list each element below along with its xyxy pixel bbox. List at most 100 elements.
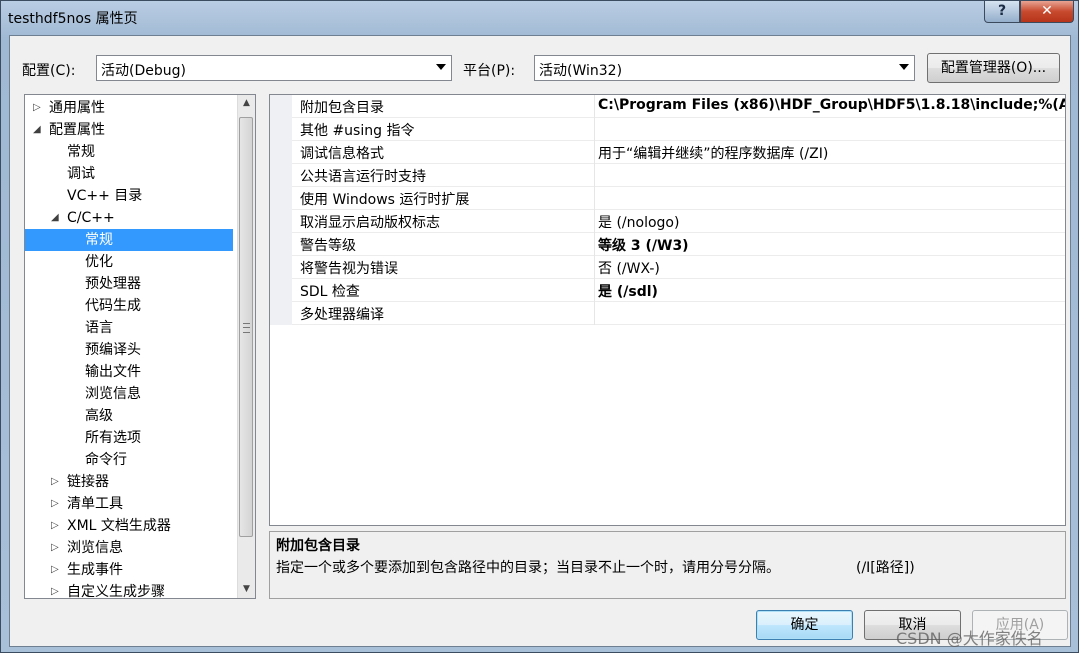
tree-item[interactable]: ▷ 链接器 (25, 471, 237, 493)
expand-arrow-icon[interactable]: ▷ (51, 537, 59, 559)
category-tree[interactable]: ▷ 通用属性 ◢ 配置属性 常规 调试 VC++ 目录 ◢ C/C++ 常规 优化 预处理器 代码生成语… (24, 94, 256, 599)
row-gutter (270, 279, 292, 302)
tree-item-label: 高级 (85, 408, 113, 424)
property-name: 其他 #using 指令 (300, 123, 415, 139)
row-gutter (270, 164, 292, 187)
property-name: 使用 Windows 运行时扩展 (300, 192, 470, 208)
property-value[interactable]: 是 (/sdl) (598, 281, 658, 301)
property-value[interactable]: C:\Program Files (x86)\HDF_Group\HDF5\1.… (598, 97, 1065, 113)
tree-item[interactable]: VC++ 目录 (25, 185, 237, 207)
property-name: 公共语言运行时支持 (300, 169, 426, 185)
tree-item[interactable]: 所有选项 (25, 427, 237, 449)
tree-item-label: 常规 (85, 232, 113, 248)
tree-item[interactable]: ◢ C/C++ (25, 207, 237, 229)
tree-item[interactable]: ▷ XML 文档生成器 (25, 515, 237, 537)
help-button[interactable]: ? (984, 1, 1020, 23)
chevron-down-icon (899, 64, 909, 70)
property-row[interactable]: 取消显示启动版权标志 是 (/nologo) (270, 210, 1065, 233)
tree-item[interactable]: ▷ 通用属性 (25, 97, 237, 119)
property-row[interactable]: 多处理器编译 (270, 302, 1065, 325)
row-gutter (270, 210, 292, 233)
property-value[interactable]: 用于“编辑并继续”的程序数据库 (/ZI) (598, 143, 828, 163)
property-name: 多处理器编译 (300, 307, 384, 323)
column-divider (594, 279, 595, 302)
tree-item[interactable]: 浏览信息 (25, 383, 237, 405)
tree-item[interactable]: ▷ 生成事件 (25, 559, 237, 581)
property-value[interactable]: 是 (/nologo) (598, 212, 679, 232)
expand-arrow-icon[interactable]: ▷ (51, 559, 59, 581)
description-title: 附加包含目录 (276, 538, 360, 554)
column-divider (594, 141, 595, 164)
expand-arrow-icon[interactable]: ▷ (51, 493, 59, 515)
tree-scrollbar[interactable]: ▲ ▼ (237, 95, 255, 598)
tree-item[interactable]: 预处理器 (25, 273, 237, 295)
tree-item[interactable]: 语言 (25, 317, 237, 339)
property-name: 将警告视为错误 (300, 261, 398, 277)
row-gutter (270, 95, 292, 118)
tree-item[interactable]: ▷ 浏览信息 (25, 537, 237, 559)
tree-item[interactable]: 高级 (25, 405, 237, 427)
collapse-arrow-icon[interactable]: ◢ (33, 119, 41, 141)
tree-item[interactable]: ▷ 清单工具 (25, 493, 237, 515)
tree-item-label: 优化 (85, 254, 113, 270)
column-divider (594, 256, 595, 279)
property-name: SDL 检查 (300, 284, 360, 300)
tree-item[interactable]: 调试 (25, 163, 237, 185)
tree-item-label: 配置属性 (49, 122, 105, 138)
tree-item[interactable]: 常规 (25, 141, 237, 163)
tree-item[interactable]: 优化 (25, 251, 237, 273)
row-gutter (270, 256, 292, 279)
tree-item[interactable]: 代码生成 (25, 295, 237, 317)
property-value[interactable]: 等级 3 (/W3) (598, 235, 689, 255)
property-grid[interactable]: 附加包含目录 C:\Program Files (x86)\HDF_Group\H… (269, 94, 1066, 526)
tree-item-label: VC++ 目录 (67, 188, 143, 204)
properties-window: testhdf5nos 属性页 ? ✕ 配置(C): 活动(Debug) 平台(… (0, 0, 1079, 653)
tree-item[interactable]: 常规 (25, 229, 233, 251)
expand-arrow-icon[interactable]: ▷ (33, 97, 41, 119)
platform-value: 活动(Win32) (539, 63, 623, 79)
tree-item-label: 自定义生成步骤 (67, 584, 165, 599)
tree-item-label: 链接器 (67, 474, 109, 490)
config-value: 活动(Debug) (101, 63, 186, 79)
property-row[interactable]: 使用 Windows 运行时扩展 (270, 187, 1065, 210)
tree-item[interactable]: 命令行 (25, 449, 237, 471)
tree-item-label: 清单工具 (67, 496, 123, 512)
close-button[interactable]: ✕ (1020, 1, 1074, 23)
close-icon: ✕ (1041, 3, 1053, 19)
expand-arrow-icon[interactable]: ▷ (51, 471, 59, 493)
property-row[interactable]: SDL 检查 是 (/sdl) (270, 279, 1065, 302)
property-row[interactable]: 公共语言运行时支持 (270, 164, 1065, 187)
row-gutter (270, 118, 292, 141)
property-row[interactable]: 其他 #using 指令 (270, 118, 1065, 141)
property-name: 调试信息格式 (300, 146, 384, 162)
tree-item[interactable]: 输出文件 (25, 361, 237, 383)
tree-item-label: XML 文档生成器 (67, 518, 171, 534)
platform-dropdown[interactable]: 活动(Win32) (534, 55, 915, 81)
ok-button[interactable]: 确定 (756, 610, 853, 640)
column-divider (594, 233, 595, 256)
tree-item-label: 常规 (67, 144, 95, 160)
expand-arrow-icon[interactable]: ▷ (51, 515, 59, 537)
collapse-arrow-icon[interactable]: ◢ (51, 207, 59, 229)
tree-item[interactable]: ▷ 自定义生成步骤 (25, 581, 237, 599)
grip-icon (243, 323, 250, 333)
property-value[interactable]: 否 (/WX-) (598, 258, 660, 278)
tree-item[interactable]: ◢ 配置属性 (25, 119, 237, 141)
scroll-up-icon[interactable]: ▲ (238, 95, 255, 112)
property-row[interactable]: 调试信息格式 用于“编辑并继续”的程序数据库 (/ZI) (270, 141, 1065, 164)
tree-item-label: 预编译头 (85, 342, 141, 358)
tree-item-label: 生成事件 (67, 562, 123, 578)
tree-item[interactable]: 预编译头 (25, 339, 237, 361)
expand-arrow-icon[interactable]: ▷ (51, 581, 59, 598)
row-gutter (270, 141, 292, 164)
property-row[interactable]: 附加包含目录 C:\Program Files (x86)\HDF_Group\H… (270, 95, 1065, 118)
scroll-thumb[interactable] (239, 117, 253, 537)
property-row[interactable]: 警告等级 等级 3 (/W3) (270, 233, 1065, 256)
config-manager-button[interactable]: 配置管理器(O)... (927, 53, 1060, 83)
column-divider (594, 95, 595, 118)
property-row[interactable]: 将警告视为错误 否 (/WX-) (270, 256, 1065, 279)
config-dropdown[interactable]: 活动(Debug) (96, 55, 452, 81)
tree-item-label: 所有选项 (85, 430, 141, 446)
window-title: testhdf5nos 属性页 (8, 11, 138, 27)
scroll-down-icon[interactable]: ▼ (238, 581, 255, 598)
